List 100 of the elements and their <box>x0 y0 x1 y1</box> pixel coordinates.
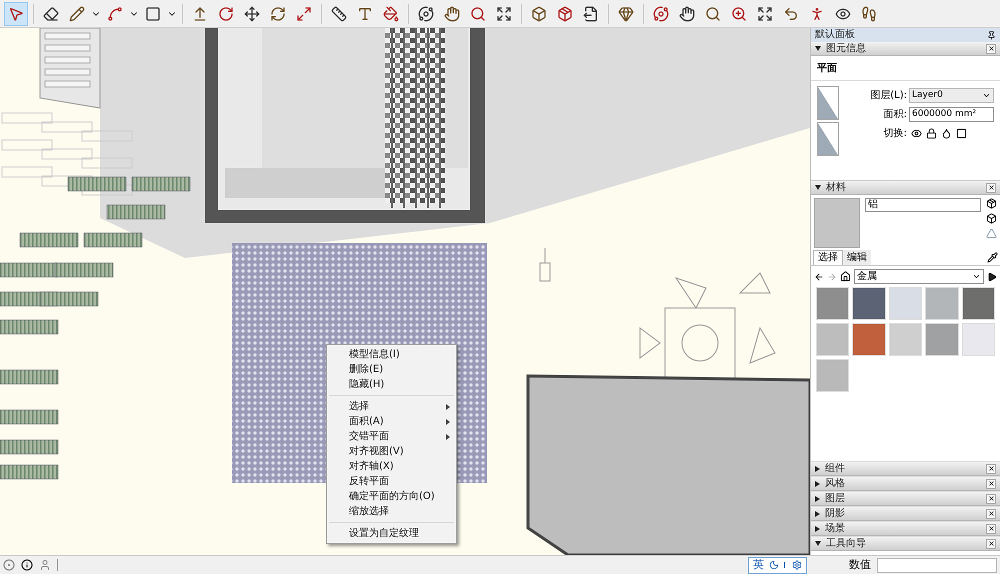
arc-icon <box>107 6 123 22</box>
close-button[interactable] <box>986 538 996 548</box>
eraser-icon <box>43 6 59 22</box>
close-button[interactable] <box>986 494 996 504</box>
search-icon <box>470 6 486 22</box>
close-button[interactable] <box>986 44 996 54</box>
expanded-triangle-icon[interactable] <box>815 46 821 51</box>
close-button[interactable] <box>986 464 996 474</box>
menu-item[interactable]: 设置为自定纹理 <box>327 526 456 541</box>
material-swatch[interactable] <box>852 323 886 356</box>
menu-item[interactable]: 缩放选择 <box>327 504 456 519</box>
orbit-icon <box>653 6 669 22</box>
close-icon <box>988 45 994 52</box>
close-button[interactable] <box>986 524 996 534</box>
chevron-down-icon <box>982 91 991 100</box>
material-swatch[interactable] <box>816 287 850 320</box>
pin-icon[interactable] <box>987 30 996 40</box>
entity-type: 平面 <box>811 56 1000 81</box>
tray-title: 默认面板 <box>815 30 855 40</box>
collapsed-triangle-icon[interactable] <box>815 496 820 502</box>
material-swatch[interactable] <box>962 323 995 356</box>
panel-title: 图元信息 <box>826 44 866 54</box>
export-icon <box>583 6 599 22</box>
panel-title: 阴影 <box>825 508 845 518</box>
ime-language[interactable]: 英 <box>753 556 764 574</box>
collapsed-triangle-icon[interactable] <box>815 510 820 516</box>
details-arrow-icon[interactable] <box>987 272 997 282</box>
panel-title: 材料 <box>826 182 846 192</box>
undo-icon <box>783 6 799 22</box>
material-swatch[interactable] <box>962 287 995 320</box>
menu-item[interactable]: 选择 <box>327 399 456 414</box>
ime-indicator[interactable]: 英 <box>748 556 807 574</box>
menu-item[interactable]: 反转平面 <box>327 474 456 489</box>
push-pull-icon <box>192 6 208 22</box>
close-button[interactable] <box>986 182 996 192</box>
material-thumbnail[interactable] <box>817 122 839 156</box>
menu-item[interactable]: 确定平面的方向(O) <box>327 489 456 504</box>
collection-dropdown[interactable]: 金属 <box>854 269 984 284</box>
triangle-icon[interactable] <box>986 228 997 239</box>
home-icon[interactable] <box>840 271 851 282</box>
material-thumbnail[interactable] <box>817 86 839 120</box>
area-field[interactable]: 6000000 mm² <box>909 107 994 122</box>
close-icon <box>988 480 994 487</box>
hand-icon <box>444 6 460 22</box>
text-icon <box>357 6 373 22</box>
gem-icon <box>618 6 634 22</box>
footprints-icon <box>861 6 877 22</box>
close-button[interactable] <box>986 478 996 488</box>
measurements-field[interactable] <box>877 558 997 572</box>
box-icon[interactable] <box>986 213 997 224</box>
panel-title: 图层 <box>825 494 845 504</box>
material-swatch[interactable] <box>816 323 850 356</box>
orbit-icon <box>418 6 434 22</box>
expand-icon <box>757 6 773 22</box>
eye-icon[interactable] <box>911 128 922 139</box>
lock-icon[interactable] <box>926 128 937 139</box>
layer-label: 图层(L): <box>869 89 907 103</box>
menu-item[interactable]: 删除(E) <box>327 362 456 377</box>
box-icon <box>531 6 547 22</box>
collapsed-triangle-icon[interactable] <box>815 480 820 486</box>
eye-icon <box>835 6 851 22</box>
material-swatch[interactable] <box>816 359 850 392</box>
material-swatch[interactable] <box>888 287 922 320</box>
package-icon[interactable] <box>986 198 997 209</box>
expanded-triangle-icon[interactable] <box>815 541 821 546</box>
rotate-arrow-icon <box>218 6 234 22</box>
close-button[interactable] <box>986 508 996 518</box>
menu-item[interactable]: 模型信息(I) <box>327 347 456 362</box>
toggle-label: 切换: <box>882 126 907 141</box>
close-icon <box>988 495 994 502</box>
eyedropper-icon[interactable] <box>987 252 998 263</box>
back-arrow-icon[interactable] <box>814 272 824 282</box>
panel-title: 组件 <box>825 464 845 474</box>
panel-title: 风格 <box>825 478 845 488</box>
paint-bucket-icon <box>383 6 399 22</box>
collapsed-triangle-icon[interactable] <box>815 466 820 472</box>
submenu-arrow-icon <box>446 434 450 440</box>
menu-item[interactable]: 对齐轴(X) <box>327 459 456 474</box>
user-icon[interactable] <box>39 559 51 571</box>
circular-arrows-icon <box>270 6 286 22</box>
material-swatch[interactable] <box>925 323 959 356</box>
menu-item[interactable]: 交错平面 <box>327 429 456 444</box>
menu-item[interactable]: 隐藏(H) <box>327 377 456 392</box>
layer-dropdown[interactable]: Layer0 <box>909 88 994 103</box>
expanded-triangle-icon[interactable] <box>815 185 821 190</box>
moon-icon[interactable] <box>769 560 779 570</box>
menu-item[interactable]: 面积(A) <box>327 414 456 429</box>
move-icon <box>244 6 260 22</box>
materials-tab[interactable]: 选择 <box>813 250 843 265</box>
material-swatch[interactable] <box>925 287 959 320</box>
hand-icon <box>679 6 695 22</box>
toolbar-button[interactable] <box>4 2 28 26</box>
collapsed-triangle-icon[interactable] <box>815 526 820 532</box>
material-swatch[interactable] <box>888 323 922 356</box>
settings-icon[interactable] <box>792 560 802 570</box>
material-swatch[interactable] <box>852 287 886 320</box>
materials-tab[interactable]: 编辑 <box>843 250 871 265</box>
menu-item[interactable]: 对齐视图(V) <box>327 444 456 459</box>
info-icon[interactable] <box>21 559 33 571</box>
material-name-field[interactable]: 铝 <box>865 198 981 212</box>
